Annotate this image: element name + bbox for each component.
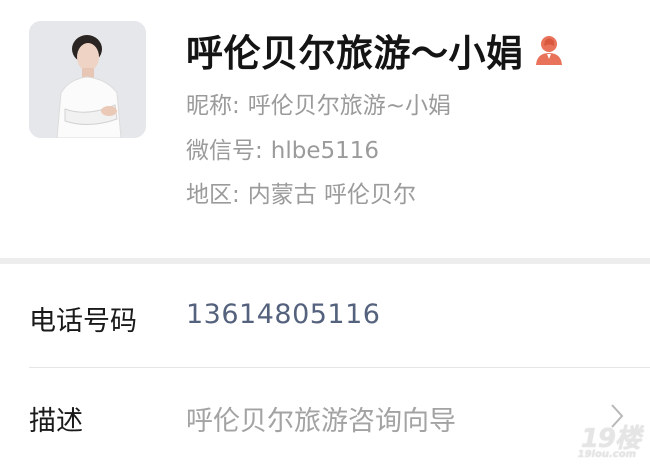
wechat-id-value[interactable]: hlbe5116 (271, 138, 379, 164)
female-user-icon (534, 33, 564, 67)
nickname-value: 呼伦贝尔旅游~小娟 (247, 93, 452, 119)
site-watermark: 19楼 19lou.com (554, 418, 641, 460)
description-row[interactable]: 描述 呼伦贝尔旅游咨询向导 (0, 367, 650, 466)
avatar-photo (29, 21, 146, 138)
description-label: 描述 (29, 406, 83, 437)
nickname-label: 昵称: (186, 93, 240, 119)
wechat-id-label: 微信号: (186, 138, 263, 164)
avatar[interactable] (29, 21, 146, 138)
phone-number[interactable]: 13614805116 (186, 299, 380, 330)
phone-row[interactable]: 电话号码 13614805116 (0, 264, 650, 367)
wechat-id-line: 微信号: hlbe5116 (186, 131, 379, 165)
region-line: 地区: 内蒙古 呼伦贝尔 (186, 175, 416, 209)
profile-card: 呼伦贝尔旅游～小娟 昵称: 呼伦贝尔旅游~小娟 微信号: hlbe5116 地区: 内… (0, 0, 650, 258)
region-value: 内蒙古 呼伦贝尔 (247, 182, 417, 208)
region-label: 地区: (186, 182, 240, 208)
name-row: 呼伦贝尔旅游～小娟 (186, 22, 564, 78)
nickname-line: 昵称: 呼伦贝尔旅游~小娟 (186, 86, 451, 120)
watermark-sub: 19lou.com (577, 449, 636, 460)
row-divider (29, 367, 650, 368)
display-name: 呼伦贝尔旅游～小娟 (186, 32, 524, 75)
phone-label: 电话号码 (29, 306, 137, 337)
description-value: 呼伦贝尔旅游咨询向导 (186, 406, 456, 437)
